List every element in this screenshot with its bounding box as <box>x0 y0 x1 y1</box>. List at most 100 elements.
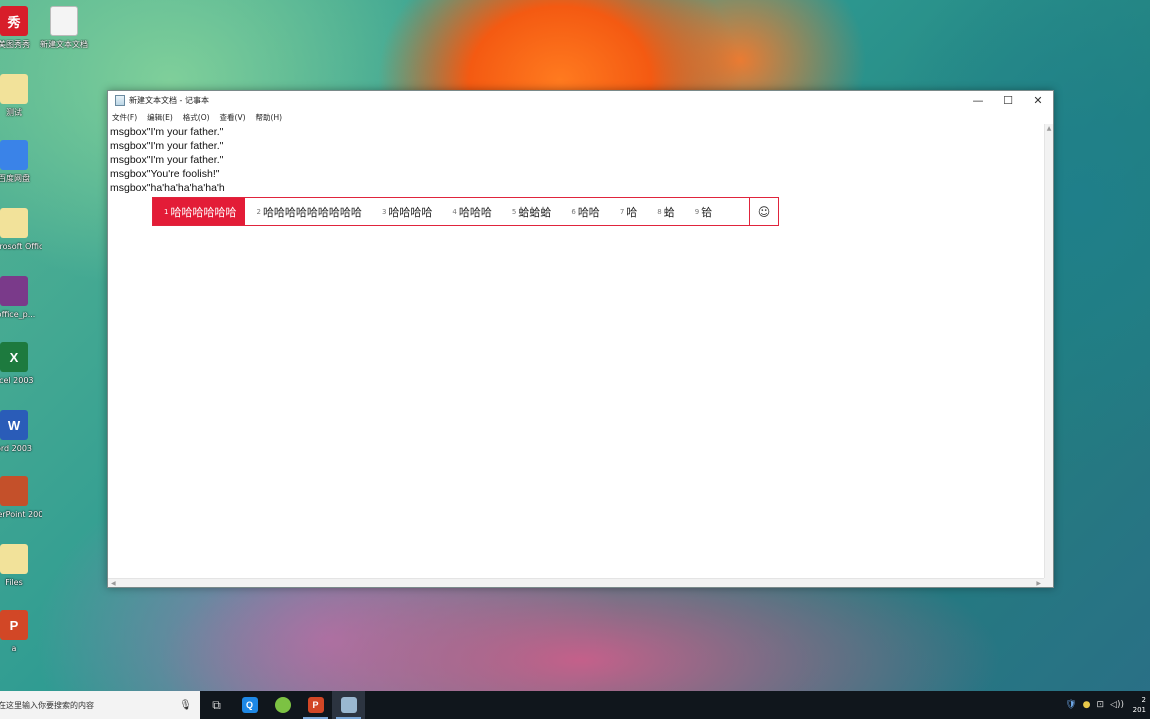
ime-candidate-2[interactable]: 2 哈哈哈哈哈哈哈哈哈 <box>245 198 370 225</box>
powerpoint-file-icon[interactable]: Pa <box>0 610 42 654</box>
clock[interactable]: 2 201 <box>1130 695 1146 715</box>
emoji-icon[interactable]: ☺ <box>749 198 778 225</box>
icon-image: W <box>0 410 28 440</box>
candidate-text: 哈哈哈 <box>458 205 492 219</box>
task-view-icon: ⧉ <box>212 697 221 712</box>
window-controls: — ☐ ✕ <box>963 91 1053 110</box>
system-tray: 🛡 ● ⊡ ◁)) 2 201 <box>1065 695 1150 715</box>
icon-image: 秀 <box>0 6 28 36</box>
scroll-up-icon[interactable]: ▲ <box>1045 124 1053 133</box>
notepad-icon <box>340 697 357 713</box>
notepad-icon <box>115 95 125 106</box>
menu-format[interactable]: 格式(O) <box>182 112 210 123</box>
microphone-icon[interactable]: 🎙 <box>179 700 192 711</box>
close-button[interactable]: ✕ <box>1023 91 1053 110</box>
candidate-text: 哈哈哈哈哈哈 <box>170 205 237 219</box>
icon-label: _office_p... <box>0 310 36 319</box>
menu-help[interactable]: 帮助(H) <box>255 112 283 123</box>
ime-candidate-8[interactable]: 8蛤 <box>646 198 683 225</box>
scroll-left-icon[interactable]: ◀ <box>111 580 116 587</box>
folder-test-icon[interactable]: 测试 <box>0 74 42 118</box>
candidate-number: 7 <box>619 207 625 216</box>
menu-bar: 文件(F) 编辑(E) 格式(O) 查看(V) 帮助(H) <box>108 110 1053 124</box>
candidate-text: 哈 <box>626 205 638 219</box>
text-document-icon[interactable]: 新建文本文档 <box>36 6 92 50</box>
word-2003-icon[interactable]: Word 2003 <box>0 410 42 454</box>
task-view-button[interactable]: ⧉ <box>200 691 233 719</box>
text-line: msgbox"I'm your father." <box>110 140 224 152</box>
ime-candidate-7[interactable]: 7哈 <box>609 198 646 225</box>
candidate-number: 4 <box>452 207 457 216</box>
candidate-number: 5 <box>511 207 517 216</box>
search-placeholder: 在这里输入你要搜索的内容 <box>0 700 94 710</box>
candidate-number: 2 <box>256 207 261 216</box>
icon-label: ord 2003 <box>0 444 33 453</box>
ime-candidate-6[interactable]: 6 哈哈 <box>560 198 608 225</box>
icon-label: 新建文本文档 <box>40 40 88 49</box>
baidu-netdisk-icon[interactable]: 百度网盘 <box>0 140 42 184</box>
excel-2003-icon[interactable]: Xxcel 2003 <box>0 342 42 386</box>
folder-files-icon[interactable]: Files <box>0 544 42 588</box>
minimize-button[interactable]: — <box>963 91 993 110</box>
icon-image <box>0 544 28 574</box>
qq-browser-icon: Q <box>241 697 258 713</box>
candidate-text: 铪 <box>701 205 713 219</box>
candidate-number: 6 <box>571 207 576 216</box>
folder-office-icon[interactable]: Microsoft Office <box>0 208 42 252</box>
window-title: 新建文本文档 - 记事本 <box>129 96 209 105</box>
icon-image <box>0 140 28 170</box>
icon-label: xcel 2003 <box>0 376 34 385</box>
ime-candidate-5[interactable]: 5 蛤蛤蛤 <box>501 198 560 225</box>
candidate-text: 蛤蛤蛤 <box>518 205 552 219</box>
scrollbar-corner <box>1044 578 1053 587</box>
icon-image <box>0 276 28 306</box>
icon-image <box>0 74 28 104</box>
scroll-right-icon[interactable]: ▶ <box>1036 580 1041 587</box>
taskbar-apps: QP <box>233 691 365 719</box>
menu-view[interactable]: 查看(V) <box>219 112 246 123</box>
icon-label: Microsoft Office <box>0 242 42 251</box>
notepad-window: 新建文本文档 - 记事本 — ☐ ✕ 文件(F) 编辑(E) 格式(O) 查看(… <box>107 90 1054 588</box>
menu-file[interactable]: 文件(F) <box>111 112 137 123</box>
ime-candidate-9[interactable]: 9铪 <box>684 198 721 225</box>
candidate-number: 9 <box>694 207 700 216</box>
network-icon[interactable]: ⊡ <box>1097 700 1105 710</box>
taskbar-powerpoint[interactable]: P <box>299 691 332 719</box>
ime-candidate-4[interactable]: 4 哈哈哈 <box>441 198 500 225</box>
taskbar-360-app[interactable] <box>266 691 299 719</box>
candidate-text: 哈哈哈哈 <box>388 205 433 219</box>
clock-date: 201 <box>1132 706 1146 714</box>
volume-icon[interactable]: ◁)) <box>1110 700 1124 710</box>
text-line: msgbox"I'm your father." <box>110 126 224 138</box>
clock-time: 2 <box>1141 696 1146 704</box>
horizontal-scrollbar[interactable]: ◀ ▶ <box>108 578 1044 587</box>
text-editor[interactable]: msgbox"I'm your father." msgbox"I'm your… <box>108 124 1044 578</box>
icon-label: a <box>11 644 17 653</box>
icon-label: 测试 <box>6 108 22 117</box>
taskbar-notepad[interactable] <box>332 691 365 719</box>
icon-image: X <box>0 342 28 372</box>
icon-label: 百度网盘 <box>0 174 30 183</box>
text-line: msgbox"ha'ha'ha'ha'ha'h <box>110 182 225 194</box>
taskbar-qq-browser[interactable]: Q <box>233 691 266 719</box>
icon-label: Files <box>5 578 23 587</box>
menu-edit[interactable]: 编辑(E) <box>146 112 173 123</box>
icon-label: owerPoint 2003 <box>0 510 42 519</box>
app-status-icon[interactable]: ● <box>1083 700 1091 710</box>
candidate-number: 1 <box>164 207 169 216</box>
taskbar-search[interactable]: 在这里输入你要搜索的内容 🎙 <box>0 691 200 719</box>
title-bar[interactable]: 新建文本文档 - 记事本 — ☐ ✕ <box>108 91 1053 110</box>
ime-candidate-1[interactable]: 1 哈哈哈哈哈哈 <box>153 198 246 225</box>
security-icon[interactable]: 🛡 <box>1065 700 1076 710</box>
powerpoint-2003-icon[interactable]: owerPoint 2003 <box>0 476 42 520</box>
vertical-scrollbar[interactable]: ▲ <box>1044 124 1053 578</box>
maximize-button[interactable]: ☐ <box>993 91 1023 110</box>
candidate-number: 8 <box>657 207 662 216</box>
ime-candidate-bar: 1 哈哈哈哈哈哈 2 哈哈哈哈哈哈哈哈哈 3 哈哈哈哈 4 哈哈哈 5 蛤蛤蛤 6 哈哈 7 哈 8 蛤 9 铪 ☺ <box>152 197 779 226</box>
candidate-text: 哈哈哈哈哈哈哈哈哈 <box>262 205 362 219</box>
ime-candidate-3[interactable]: 3 哈哈哈哈 <box>371 198 441 225</box>
winrar-archive-icon[interactable]: _office_p... <box>0 276 42 320</box>
powerpoint-icon: P <box>307 697 324 713</box>
360-app-icon <box>274 697 291 713</box>
icon-image <box>50 6 78 36</box>
